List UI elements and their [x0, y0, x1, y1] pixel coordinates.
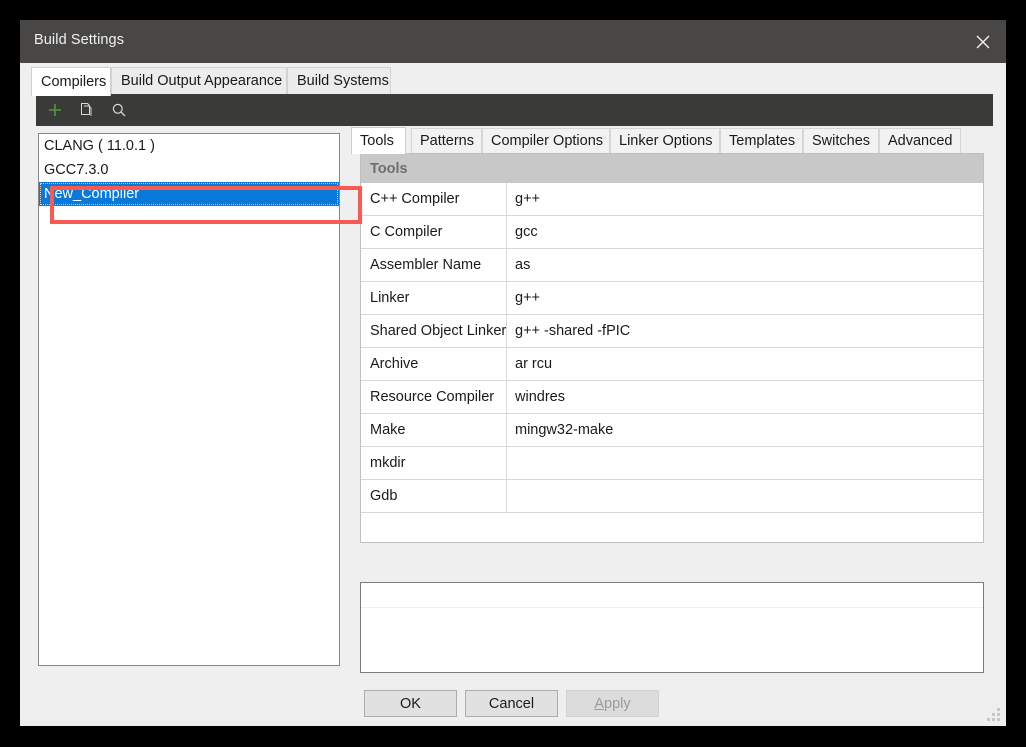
description-header [361, 583, 983, 608]
tab-build-systems[interactable]: Build Systems [287, 67, 391, 94]
list-item-label: New_Compiler [44, 186, 139, 202]
tab-tools-label: Tools [360, 133, 394, 149]
tool-value-cell[interactable]: windres [507, 381, 983, 413]
resize-grip-icon[interactable] [987, 708, 1001, 722]
tab-tools[interactable]: Tools [351, 127, 406, 154]
apply-button-accel: A [594, 696, 604, 712]
list-item-selected[interactable]: New_Compiler [39, 182, 339, 206]
tool-name-cell: C++ Compiler [361, 183, 507, 215]
tool-name-cell: Archive [361, 348, 507, 380]
tab-patterns-label: Patterns [420, 133, 474, 149]
tool-value-cell[interactable]: mingw32-make [507, 414, 983, 446]
table-row[interactable]: Archive ar rcu [361, 348, 983, 381]
ok-button-label: OK [400, 696, 421, 712]
tab-advanced[interactable]: Advanced [879, 128, 961, 153]
tool-name-cell: C Compiler [361, 216, 507, 248]
tab-linker-options-label: Linker Options [619, 133, 713, 149]
copy-icon [79, 102, 95, 118]
table-row[interactable]: mkdir [361, 447, 983, 480]
tool-value-cell[interactable]: g++ [507, 282, 983, 314]
tab-templates-label: Templates [729, 133, 795, 149]
apply-button-label: pply [604, 696, 631, 712]
table-row[interactable]: Make mingw32-make [361, 414, 983, 447]
main-tab-strip: Compilers Build Output Appearance Build … [31, 67, 1006, 94]
tab-compiler-options-label: Compiler Options [491, 133, 603, 149]
tab-compilers[interactable]: Compilers [31, 67, 111, 96]
tool-name-cell: Shared Object Linker [361, 315, 507, 347]
build-settings-dialog: Build Settings Compilers Build Output Ap… [20, 20, 1006, 726]
table-row[interactable]: Resource Compiler windres [361, 381, 983, 414]
tool-value-cell[interactable] [507, 447, 983, 479]
tools-table: Tools C++ Compiler g++ C Compiler gcc As… [360, 153, 984, 543]
table-row[interactable]: C Compiler gcc [361, 216, 983, 249]
tab-advanced-label: Advanced [888, 133, 953, 149]
tool-value-cell[interactable]: g++ [507, 183, 983, 215]
list-item[interactable]: CLANG ( 11.0.1 ) [39, 134, 339, 158]
tool-name-cell: Resource Compiler [361, 381, 507, 413]
tab-templates[interactable]: Templates [720, 128, 803, 153]
tool-name-cell: Assembler Name [361, 249, 507, 281]
table-row[interactable]: Gdb [361, 480, 983, 513]
tab-build-output-appearance-label: Build Output Appearance [121, 73, 282, 89]
tab-build-systems-label: Build Systems [297, 73, 389, 89]
tool-name-cell: Make [361, 414, 507, 446]
tool-value-cell[interactable]: as [507, 249, 983, 281]
tool-value-cell[interactable] [507, 480, 983, 512]
table-row[interactable]: C++ Compiler g++ [361, 183, 983, 216]
tool-name-cell: Linker [361, 282, 507, 314]
title-bar: Build Settings [20, 20, 1006, 63]
tools-table-header-label: Tools [370, 161, 408, 177]
tab-switches[interactable]: Switches [803, 128, 879, 153]
list-item[interactable]: GCC7.3.0 [39, 158, 339, 182]
search-compiler-button[interactable] [106, 97, 132, 123]
compiler-detail-panel: Tools Patterns Compiler Options Linker O… [351, 127, 993, 673]
close-icon [976, 35, 990, 49]
ok-button[interactable]: OK [364, 690, 457, 717]
description-panel[interactable] [360, 582, 984, 673]
tool-name-cell: mkdir [361, 447, 507, 479]
detail-tab-strip: Tools Patterns Compiler Options Linker O… [351, 127, 993, 153]
close-button[interactable] [960, 20, 1006, 63]
window-title: Build Settings [34, 32, 124, 48]
cancel-button-label: Cancel [489, 696, 534, 712]
tool-name-cell: Gdb [361, 480, 507, 512]
cancel-button[interactable]: Cancel [465, 690, 558, 717]
compiler-toolbar [36, 94, 993, 126]
tool-value-cell[interactable]: ar rcu [507, 348, 983, 380]
add-compiler-button[interactable] [42, 97, 68, 123]
tab-linker-options[interactable]: Linker Options [610, 128, 720, 153]
compiler-list[interactable]: CLANG ( 11.0.1 ) GCC7.3.0 New_Compiler [38, 133, 340, 666]
tab-compiler-options[interactable]: Compiler Options [482, 128, 610, 153]
apply-button: Apply [566, 690, 659, 717]
copy-compiler-button[interactable] [74, 97, 100, 123]
tab-switches-label: Switches [812, 133, 870, 149]
tab-patterns[interactable]: Patterns [411, 128, 482, 153]
table-row[interactable]: Shared Object Linker g++ -shared -fPIC [361, 315, 983, 348]
dialog-footer: OK Cancel Apply [20, 682, 1006, 726]
table-row[interactable]: Assembler Name as [361, 249, 983, 282]
tools-table-header: Tools [361, 154, 983, 183]
list-item-label: GCC7.3.0 [44, 162, 108, 178]
list-item-label: CLANG ( 11.0.1 ) [44, 138, 155, 154]
description-text[interactable] [361, 608, 983, 671]
tool-value-cell[interactable]: gcc [507, 216, 983, 248]
table-row[interactable]: Linker g++ [361, 282, 983, 315]
tool-value-cell[interactable]: g++ -shared -fPIC [507, 315, 983, 347]
search-icon [111, 102, 127, 118]
tab-compilers-label: Compilers [41, 74, 106, 90]
plus-icon [47, 102, 63, 118]
tab-build-output-appearance[interactable]: Build Output Appearance [111, 67, 287, 94]
